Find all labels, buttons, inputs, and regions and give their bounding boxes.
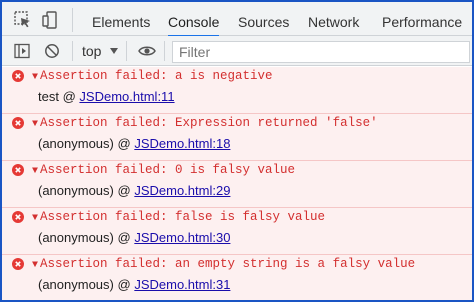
error-text: Assertion failed: 0 is falsy value bbox=[40, 163, 296, 177]
source-link[interactable]: JSDemo.html:11 bbox=[79, 89, 174, 104]
caller-name: (anonymous) bbox=[38, 230, 114, 245]
tab-network[interactable]: Network bbox=[308, 2, 359, 36]
tab-performance[interactable]: Performance bbox=[382, 2, 462, 36]
stack-trace-row: (anonymous) @ JSDemo.html:31 bbox=[38, 277, 230, 292]
error-text: Assertion failed: a is negative bbox=[40, 69, 273, 83]
source-link[interactable]: JSDemo.html:29 bbox=[134, 183, 230, 198]
error-icon bbox=[12, 164, 24, 176]
toolbar-separator bbox=[126, 41, 127, 61]
toolbar-separator bbox=[72, 41, 73, 61]
at-symbol: @ bbox=[117, 230, 131, 245]
at-symbol: @ bbox=[117, 277, 131, 292]
caller-name: test bbox=[38, 89, 59, 104]
filter-input[interactable] bbox=[172, 41, 470, 63]
at-symbol: @ bbox=[117, 136, 131, 151]
error-text-row[interactable]: ▼ Assertion failed: Expression returned '… bbox=[32, 116, 378, 130]
caller-name: (anonymous) bbox=[38, 277, 114, 292]
devtools-window: Elements Console Sources Network Perform… bbox=[0, 0, 474, 302]
error-text-row[interactable]: ▼ Assertion failed: an empty string is a … bbox=[32, 257, 415, 271]
expand-triangle-icon[interactable]: ▼ bbox=[32, 119, 38, 130]
error-text-row[interactable]: ▼ Assertion failed: a is negative bbox=[32, 69, 273, 83]
error-text-row[interactable]: ▼ Assertion failed: false is falsy value bbox=[32, 210, 325, 224]
console-error-message: ▼ Assertion failed: Expression returned '… bbox=[2, 114, 472, 161]
at-symbol: @ bbox=[117, 183, 131, 198]
stack-trace-row: test @ JSDemo.html:11 bbox=[38, 89, 175, 104]
tab-elements[interactable]: Elements bbox=[92, 2, 150, 36]
stack-trace-row: (anonymous) @ JSDemo.html:18 bbox=[38, 136, 230, 151]
source-link[interactable]: JSDemo.html:30 bbox=[134, 230, 230, 245]
console-toolbar: top bbox=[2, 36, 472, 66]
expand-triangle-icon[interactable]: ▼ bbox=[32, 166, 38, 177]
tab-console-label: Console bbox=[168, 14, 220, 30]
error-text: Assertion failed: an empty string is a f… bbox=[40, 257, 416, 271]
devtools-tab-bar: Elements Console Sources Network Perform… bbox=[2, 2, 472, 37]
expand-triangle-icon[interactable]: ▼ bbox=[32, 260, 38, 271]
error-text: Assertion failed: Expression returned 'f… bbox=[40, 116, 378, 130]
eye-icon[interactable] bbox=[138, 43, 156, 59]
error-icon bbox=[12, 258, 24, 270]
error-icon bbox=[12, 211, 24, 223]
clear-console-icon[interactable] bbox=[44, 43, 60, 59]
tab-sources[interactable]: Sources bbox=[238, 2, 289, 36]
inspect-element-icon[interactable] bbox=[14, 11, 32, 29]
tab-console[interactable]: Console bbox=[168, 2, 220, 37]
expand-triangle-icon[interactable]: ▼ bbox=[32, 213, 38, 224]
error-icon bbox=[12, 70, 24, 82]
source-link[interactable]: JSDemo.html:18 bbox=[134, 136, 230, 151]
console-error-message: ▼ Assertion failed: 0 is falsy value (ano… bbox=[2, 161, 472, 208]
stack-trace-row: (anonymous) @ JSDemo.html:29 bbox=[38, 183, 230, 198]
console-error-message: ▼ Assertion failed: an empty string is a … bbox=[2, 255, 472, 300]
error-icon bbox=[12, 117, 24, 129]
console-error-message: ▼ Assertion failed: a is negative test @ … bbox=[2, 67, 472, 114]
console-messages: ▼ Assertion failed: a is negative test @ … bbox=[2, 67, 472, 300]
toolbar-separator bbox=[164, 41, 165, 61]
error-text-row[interactable]: ▼ Assertion failed: 0 is falsy value bbox=[32, 163, 295, 177]
caller-name: (anonymous) bbox=[38, 183, 114, 198]
source-link[interactable]: JSDemo.html:31 bbox=[134, 277, 230, 292]
at-symbol: @ bbox=[62, 89, 76, 104]
show-sidebar-icon[interactable] bbox=[14, 43, 30, 59]
tab-separator bbox=[72, 8, 73, 32]
context-selector[interactable]: top bbox=[82, 36, 101, 66]
caller-name: (anonymous) bbox=[38, 136, 114, 151]
chevron-down-icon[interactable] bbox=[110, 48, 118, 54]
console-error-message: ▼ Assertion failed: false is falsy value … bbox=[2, 208, 472, 255]
device-toolbar-icon[interactable] bbox=[42, 11, 60, 29]
stack-trace-row: (anonymous) @ JSDemo.html:30 bbox=[38, 230, 230, 245]
expand-triangle-icon[interactable]: ▼ bbox=[32, 72, 38, 83]
error-text: Assertion failed: false is falsy value bbox=[40, 210, 326, 224]
